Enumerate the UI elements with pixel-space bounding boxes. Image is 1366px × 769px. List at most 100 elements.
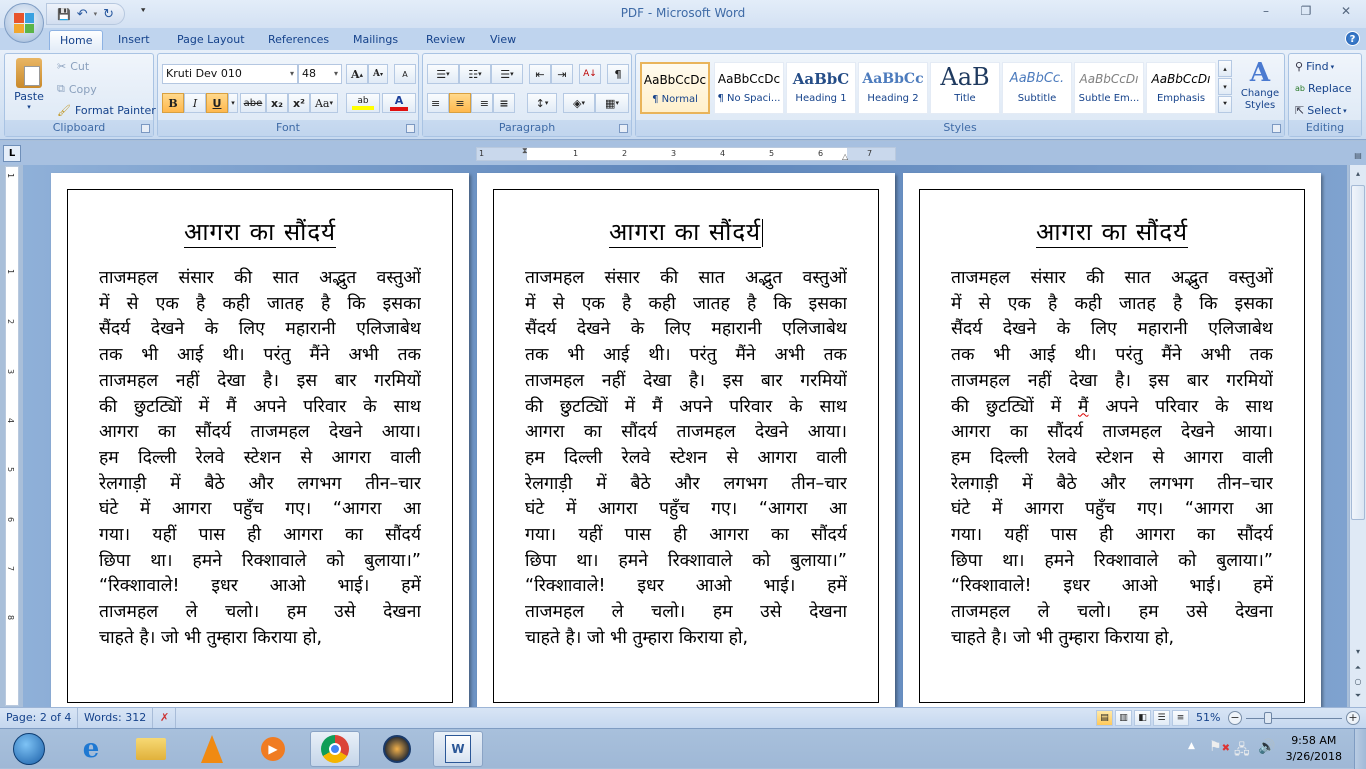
- bold-button[interactable]: B: [162, 93, 184, 113]
- style-title[interactable]: AaB Title: [930, 62, 1000, 114]
- taskbar-media-player[interactable]: ▶: [248, 731, 298, 767]
- next-page-icon[interactable]: ⏷: [1350, 689, 1366, 703]
- borders-button[interactable]: ▦ ▾: [595, 93, 629, 113]
- underline-button[interactable]: U: [206, 93, 228, 113]
- style-heading-2[interactable]: AaBbCc Heading 2: [858, 62, 928, 114]
- scroll-down-icon[interactable]: ▾: [1350, 645, 1366, 659]
- justify-button[interactable]: ≡: [493, 93, 515, 113]
- align-right-button[interactable]: ≡: [471, 93, 493, 113]
- page-indicator[interactable]: Page: 2 of 4: [0, 708, 79, 728]
- format-painter-button[interactable]: 🖌 Format Painter: [57, 104, 156, 117]
- print-layout-icon[interactable]: ▤: [1096, 710, 1113, 726]
- style-subtle-emphasis[interactable]: AaBbCcDı Subtle Em...: [1074, 62, 1144, 114]
- proofing-icon[interactable]: ✗: [154, 708, 177, 728]
- scroll-thumb[interactable]: [1351, 185, 1365, 520]
- taskbar-media-center[interactable]: [372, 731, 422, 767]
- zoom-out-icon[interactable]: −: [1228, 711, 1242, 725]
- grow-font-button[interactable]: A ▴: [346, 64, 368, 84]
- save-icon[interactable]: 💾: [57, 8, 71, 21]
- shrink-font-button[interactable]: A ▾: [368, 64, 388, 84]
- decrease-indent-button[interactable]: ⇤: [529, 64, 551, 84]
- vertical-ruler[interactable]: 1 1 2 3 4 5 6 7 8: [5, 166, 19, 706]
- increase-indent-button[interactable]: ⇥: [551, 64, 573, 84]
- document-body[interactable]: ताजमहल संसार की सात अद्भुत वस्तुओं में से…: [525, 266, 847, 652]
- network-icon[interactable]: 🖧: [1234, 739, 1250, 763]
- style-normal[interactable]: AaBbCcDc ¶ Normal: [640, 62, 710, 114]
- zoom-in-icon[interactable]: +: [1346, 711, 1360, 725]
- highlight-button[interactable]: ab: [346, 93, 380, 113]
- taskbar-internet-explorer[interactable]: e: [66, 731, 116, 767]
- full-screen-reading-icon[interactable]: ▥: [1115, 710, 1132, 726]
- browse-object-icon[interactable]: ○: [1350, 675, 1366, 689]
- minimize-button[interactable]: –: [1246, 0, 1286, 22]
- font-launcher-icon[interactable]: [406, 124, 415, 133]
- strikethrough-button[interactable]: abe: [240, 93, 266, 113]
- font-size-select[interactable]: 48 ▾: [298, 64, 342, 84]
- web-layout-icon[interactable]: ◧: [1134, 710, 1151, 726]
- tab-review[interactable]: Review: [416, 30, 475, 50]
- line-spacing-button[interactable]: ↕ ▾: [527, 93, 557, 113]
- style-subtitle[interactable]: AaBbCc. Subtitle: [1002, 62, 1072, 114]
- volume-icon[interactable]: 🔊: [1258, 739, 1275, 755]
- taskbar-file-explorer[interactable]: [126, 731, 176, 767]
- restore-button[interactable]: ❐: [1286, 0, 1326, 22]
- shading-button[interactable]: ◈ ▾: [563, 93, 595, 113]
- paragraph-launcher-icon[interactable]: [619, 124, 628, 133]
- draft-icon[interactable]: ≡: [1172, 710, 1189, 726]
- styles-scroll-up[interactable]: ▴: [1218, 60, 1232, 77]
- document-body[interactable]: ताजमहल संसार की सात अद्भुत वस्तुओं में से…: [99, 266, 421, 652]
- close-button[interactable]: ✕: [1326, 0, 1366, 22]
- undo-icon[interactable]: ↶: [77, 7, 88, 22]
- customize-qat-icon[interactable]: ⯆: [140, 6, 146, 16]
- scroll-up-icon[interactable]: ▴: [1350, 167, 1366, 181]
- font-color-button[interactable]: A: [382, 93, 416, 113]
- subscript-button[interactable]: x₂: [266, 93, 288, 113]
- redo-icon[interactable]: ↻: [103, 7, 114, 22]
- find-button[interactable]: ⚲ Find ▾: [1295, 60, 1334, 73]
- cut-button[interactable]: ✂ Cut: [57, 60, 89, 73]
- horizontal-ruler[interactable]: 1 1 2 3 4 5 6 7 ⧗ △: [476, 146, 896, 161]
- tab-insert[interactable]: Insert: [108, 30, 160, 50]
- style-heading-1[interactable]: AaBbC Heading 1: [786, 62, 856, 114]
- change-case-button[interactable]: Aa ▾: [310, 93, 338, 113]
- styles-launcher-icon[interactable]: [1272, 124, 1281, 133]
- zoom-level[interactable]: 51%: [1196, 708, 1220, 728]
- help-icon[interactable]: ?: [1345, 31, 1360, 46]
- tab-page-layout[interactable]: Page Layout: [167, 30, 255, 50]
- spelling-error-mark[interactable]: मैं: [1078, 397, 1088, 417]
- start-button[interactable]: [4, 731, 54, 767]
- action-center-icon[interactable]: ⚑✖: [1209, 739, 1230, 755]
- paste-button[interactable]: Paste ▾: [11, 58, 47, 111]
- outline-icon[interactable]: ☰: [1153, 710, 1170, 726]
- styles-scroll-down[interactable]: ▾: [1218, 78, 1232, 95]
- copy-button[interactable]: ⧉ Copy: [57, 82, 97, 96]
- first-line-indent-marker[interactable]: ⧗: [522, 146, 528, 156]
- replace-button[interactable]: ab Replace: [1295, 82, 1352, 95]
- font-name-select[interactable]: Kruti Dev 010 ▾: [162, 64, 298, 84]
- tab-references[interactable]: References: [258, 30, 339, 50]
- taskbar-vlc[interactable]: [187, 731, 237, 767]
- bullets-button[interactable]: ☰ ▾: [427, 64, 459, 84]
- style-no-spacing[interactable]: AaBbCcDc ¶ No Spaci...: [714, 62, 784, 114]
- change-styles-button[interactable]: A Change Styles: [1238, 58, 1282, 112]
- multilevel-list-button[interactable]: ☰ ▾: [491, 64, 523, 84]
- show-desktop-button[interactable]: [1354, 729, 1366, 769]
- tab-view[interactable]: View: [480, 30, 526, 50]
- zoom-slider-thumb[interactable]: [1263, 712, 1272, 724]
- sort-button[interactable]: A↓: [579, 64, 601, 84]
- numbering-button[interactable]: ☷ ▾: [459, 64, 491, 84]
- right-indent-marker[interactable]: △: [842, 152, 848, 161]
- superscript-button[interactable]: x²: [288, 93, 310, 113]
- tab-mailings[interactable]: Mailings: [343, 30, 408, 50]
- align-left-button[interactable]: ≡: [427, 93, 449, 113]
- taskbar-chrome[interactable]: [310, 731, 360, 767]
- italic-button[interactable]: I: [184, 93, 206, 113]
- show-marks-button[interactable]: ¶: [607, 64, 629, 84]
- vertical-scrollbar[interactable]: ▤ ▴ ▾ ⏶ ○ ⏷: [1349, 151, 1366, 707]
- office-button[interactable]: [4, 3, 44, 43]
- clipboard-launcher-icon[interactable]: [141, 124, 150, 133]
- select-button[interactable]: ⇱ Select ▾: [1295, 104, 1347, 117]
- zoom-slider[interactable]: [1246, 718, 1342, 719]
- tab-selector[interactable]: L: [3, 145, 21, 162]
- clock[interactable]: 9:58 AM 3/26/2018: [1286, 733, 1342, 765]
